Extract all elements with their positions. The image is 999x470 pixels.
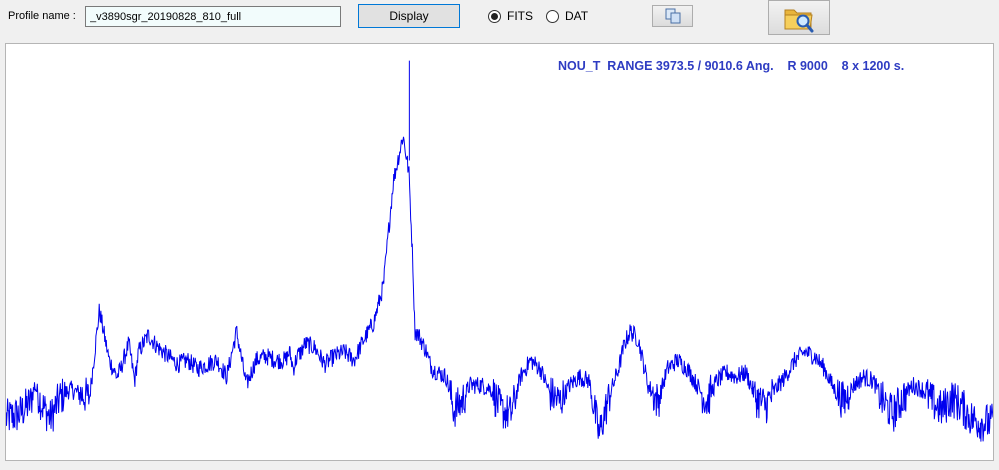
format-fits-option[interactable]: FITS [488,9,533,23]
profile-name-input[interactable] [85,6,341,27]
copy-icon [665,8,680,24]
fits-radio-label: FITS [507,9,533,23]
dat-radio-label: DAT [565,9,589,23]
copy-button[interactable] [652,5,693,27]
dat-radio[interactable] [546,9,559,23]
spectrum-series-0 [6,136,993,442]
folder-search-icon [784,9,814,32]
display-button[interactable]: Display [358,4,460,28]
fits-radio[interactable] [488,9,501,23]
spectrum-chart [6,60,993,442]
format-dat-option[interactable]: DAT [546,9,588,23]
plot-title: NOU_T RANGE 3973.5 / 9010.6 Ang. R 9000 … [558,59,905,73]
profile-name-label: Profile name : [8,10,76,22]
spectrum-viewer-window: Profile name : Display FITS DAT NOU_T RA… [0,0,999,470]
open-folder-button[interactable] [768,0,830,35]
spectrum-plot: NOU_T RANGE 3973.5 / 9010.6 Ang. R 9000 … [5,43,994,461]
